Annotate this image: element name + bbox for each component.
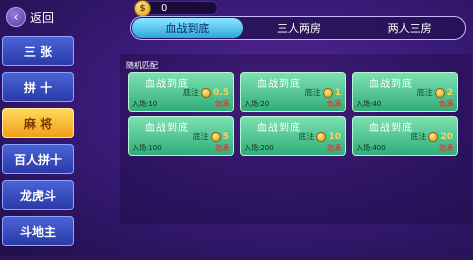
- room-entry: 入场:200: [244, 144, 274, 152]
- bet-value: 1: [334, 87, 341, 98]
- room-bet: 底注 5: [193, 131, 229, 142]
- bet-value: 10: [328, 131, 341, 142]
- room-bet: 底注 20: [410, 131, 453, 142]
- room-entry: 入场:100: [132, 144, 162, 152]
- room-entry: 入场:400: [356, 144, 386, 152]
- bet-label: 底注: [416, 88, 433, 97]
- room-card[interactable]: 血战到底 底注 1 入场:20 饱满: [240, 72, 346, 112]
- room-card[interactable]: 血战到底 底注 5 入场:100 饱满: [128, 116, 234, 156]
- back-button[interactable]: ‹ 返回: [6, 6, 66, 28]
- tab-xuezhan[interactable]: 血战到底: [132, 18, 243, 38]
- room-card[interactable]: 血战到底 底注 2 入场:40 饱满: [352, 72, 458, 112]
- back-arrow-icon: ‹: [6, 7, 26, 27]
- room-card[interactable]: 血战到底 底注 20 入场:400 饱满: [352, 116, 458, 156]
- bet-label: 底注: [192, 132, 209, 141]
- bet-value: 5: [222, 131, 229, 142]
- coin-balance: $ 0: [134, 0, 218, 17]
- game-sidebar: 三 张 拼 十 麻 将 百人拼十 龙虎斗 斗地主: [2, 36, 74, 252]
- coin-value: 0: [161, 2, 168, 14]
- coin-icon: [434, 87, 445, 98]
- bet-value: 2: [446, 87, 453, 98]
- room-status: 饱满: [215, 100, 229, 108]
- room-status: 饱满: [215, 144, 229, 152]
- sidebar-item-bairen-pinshi[interactable]: 百人拼十: [2, 144, 74, 174]
- room-card[interactable]: 血战到底 底注 10 入场:200 饱满: [240, 116, 346, 156]
- sidebar-item-sanzhang[interactable]: 三 张: [2, 36, 74, 66]
- room-bet: 底注 2: [417, 87, 453, 98]
- mode-tabs: 血战到底 三人两房 两人三房: [130, 16, 466, 40]
- bet-value: 0.5: [213, 87, 229, 98]
- room-bet: 底注 0.5: [183, 87, 229, 98]
- bet-value: 20: [440, 131, 453, 142]
- room-entry: 入场:20: [244, 100, 270, 108]
- room-entry: 入场:10: [132, 100, 158, 108]
- room-card[interactable]: 血战到底 底注 0.5 入场:10 饱满: [128, 72, 234, 112]
- room-bet: 底注 1: [305, 87, 341, 98]
- coin-icon: [322, 87, 333, 98]
- sidebar-item-pinshi[interactable]: 拼 十: [2, 72, 74, 102]
- room-status: 饱满: [327, 144, 341, 152]
- room-title: 血战到底: [257, 79, 301, 90]
- room-bet: 底注 10: [298, 131, 341, 142]
- sidebar-item-longhudou[interactable]: 龙虎斗: [2, 180, 74, 210]
- room-title: 血战到底: [145, 123, 189, 134]
- coin-icon: [428, 131, 439, 142]
- room-title: 血战到底: [369, 79, 413, 90]
- coin-icon: [201, 87, 212, 98]
- sidebar-item-doudizhu[interactable]: 斗地主: [2, 216, 74, 246]
- room-title: 血战到底: [369, 123, 413, 134]
- bottom-strip: [0, 256, 473, 260]
- back-label: 返回: [30, 10, 55, 25]
- room-status: 饱满: [439, 144, 453, 152]
- tab-three-player[interactable]: 三人两房: [244, 17, 355, 39]
- bet-label: 底注: [183, 88, 200, 97]
- tab-two-player[interactable]: 两人三房: [354, 17, 465, 39]
- bet-label: 底注: [304, 88, 321, 97]
- room-entry: 入场:40: [356, 100, 382, 108]
- coin-icon: [210, 131, 221, 142]
- section-label: 随机匹配: [126, 61, 158, 70]
- sidebar-item-majiang[interactable]: 麻 将: [2, 108, 74, 138]
- room-status: 饱满: [327, 100, 341, 108]
- room-status: 饱满: [439, 100, 453, 108]
- coin-icon: [316, 131, 327, 142]
- bet-label: 底注: [410, 132, 427, 141]
- bet-label: 底注: [298, 132, 315, 141]
- coin-icon: $: [134, 0, 151, 17]
- room-title: 血战到底: [257, 123, 301, 134]
